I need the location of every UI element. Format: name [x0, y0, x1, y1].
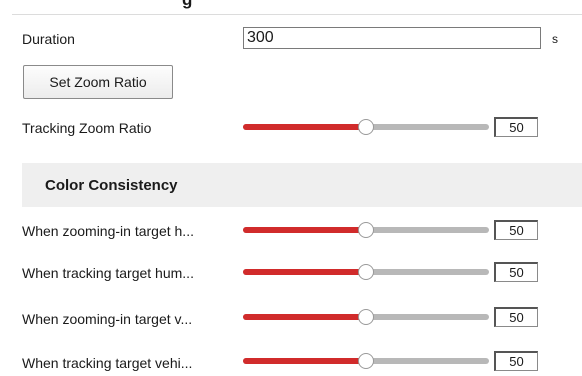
panel-top-edge: g [12, 0, 582, 15]
slider-fill [243, 124, 366, 130]
zoom-in-human-slider[interactable] [243, 222, 489, 238]
slider-thumb[interactable] [358, 222, 374, 238]
slider-fill [243, 358, 366, 364]
set-zoom-ratio-button[interactable]: Set Zoom Ratio [23, 65, 173, 99]
zoom-in-vehicle-slider[interactable] [243, 309, 489, 325]
slider-fill [243, 227, 366, 233]
duration-unit: s [552, 32, 558, 46]
tracking-vehicle-value[interactable]: 50 [494, 351, 538, 371]
tracking-zoom-ratio-slider[interactable] [243, 119, 489, 135]
slider-thumb[interactable] [358, 353, 374, 369]
zoom-in-vehicle-value[interactable]: 50 [494, 307, 538, 327]
zoom-in-vehicle-label: When zooming-in target v... [22, 311, 193, 327]
tracking-vehicle-slider[interactable] [243, 353, 489, 369]
slider-fill [243, 314, 366, 320]
color-consistency-header: Color Consistency [22, 163, 582, 207]
tracking-vehicle-label: When tracking target vehi... [22, 355, 193, 371]
tracking-human-slider[interactable] [243, 264, 489, 280]
slider-thumb[interactable] [358, 309, 374, 325]
zoom-in-human-label: When zooming-in target h... [22, 223, 194, 239]
ptz-settings-panel: g Duration 300 s Set Zoom Ratio Tracking… [0, 0, 582, 376]
section-title: Color Consistency [45, 177, 178, 194]
tracking-zoom-ratio-value[interactable]: 50 [494, 117, 538, 137]
zoom-in-human-value[interactable]: 50 [494, 220, 538, 240]
slider-thumb[interactable] [358, 119, 374, 135]
duration-input[interactable]: 300 [243, 27, 541, 49]
tracking-human-value[interactable]: 50 [494, 262, 538, 282]
cut-off-title: g [182, 0, 192, 10]
duration-label: Duration [22, 31, 75, 47]
tracking-zoom-ratio-label: Tracking Zoom Ratio [22, 120, 152, 136]
slider-fill [243, 269, 366, 275]
tracking-human-label: When tracking target hum... [22, 265, 194, 281]
slider-thumb[interactable] [358, 264, 374, 280]
